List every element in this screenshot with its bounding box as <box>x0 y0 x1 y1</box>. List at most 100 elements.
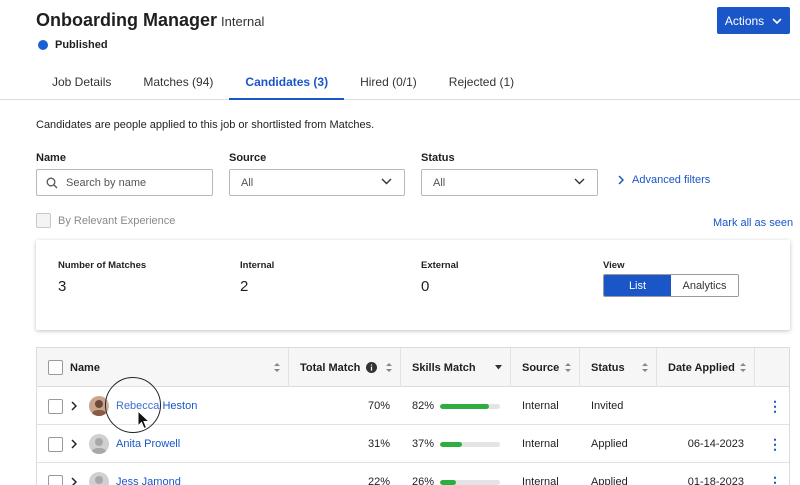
col-skills-match[interactable]: Skills Match <box>401 348 511 387</box>
status-value: Applied <box>591 438 628 450</box>
info-icon[interactable] <box>366 362 378 373</box>
page-title: Onboarding Manager Internal <box>36 10 264 31</box>
avatar <box>89 434 109 454</box>
chevron-down-icon <box>574 178 585 185</box>
tab-hired[interactable]: Hired (0/1) <box>344 64 433 100</box>
mark-all-seen-link[interactable]: Mark all as seen <box>713 217 793 229</box>
select-all-checkbox[interactable] <box>48 360 63 375</box>
skills-match-value: 82% <box>412 400 435 412</box>
source-select[interactable]: All <box>229 169 405 196</box>
expand-chevron-icon[interactable] <box>71 387 77 425</box>
col-date-applied-label: Date Applied <box>668 361 735 374</box>
col-date-applied[interactable]: Date Applied <box>657 348 755 387</box>
view-list-button[interactable]: List <box>604 275 671 296</box>
actions-label: Actions <box>724 13 765 28</box>
tab-candidates[interactable]: Candidates (3) <box>229 64 344 100</box>
candidates-description: Candidates are people applied to this jo… <box>36 119 375 131</box>
skills-match-bar-fill <box>440 403 490 409</box>
expand-chevron-icon[interactable] <box>71 463 77 485</box>
skills-match-bar <box>440 403 501 409</box>
skills-match-bar <box>440 479 501 485</box>
tab-bar: Job Details Matches (94) Candidates (3) … <box>36 64 530 100</box>
sort-icon <box>565 363 571 372</box>
date-applied-value: 06-14-2023 <box>687 438 744 450</box>
click-highlight-ring <box>105 377 161 433</box>
sort-icon <box>740 363 746 372</box>
search-input[interactable]: Search by name <box>36 169 213 196</box>
skills-match-cell: 26% <box>412 463 501 485</box>
skills-match-value: 37% <box>412 438 435 450</box>
skills-match-value: 26% <box>412 476 435 485</box>
col-skills-match-label: Skills Match <box>412 361 476 374</box>
col-source[interactable]: Source <box>511 348 580 387</box>
view-analytics-button[interactable]: Analytics <box>671 275 738 296</box>
row-checkbox-wrap <box>48 463 63 485</box>
status-value: All <box>433 176 446 189</box>
total-match-value: 22% <box>367 476 390 485</box>
row-checkbox[interactable] <box>48 474 63 485</box>
external-label: External <box>421 260 459 271</box>
relevant-experience-label: By Relevant Experience <box>58 214 176 227</box>
actions-button[interactable]: Actions <box>717 7 790 34</box>
source-value: Internal <box>522 476 559 485</box>
avatar <box>89 472 109 485</box>
col-total-match-label: Total Match <box>300 361 361 374</box>
stats-panel: Number of Matches 3 Internal 2 External … <box>36 240 790 330</box>
col-name[interactable]: Name <box>37 348 289 387</box>
status-text: Published <box>55 39 108 51</box>
internal-value: 2 <box>240 278 249 295</box>
tab-job-details[interactable]: Job Details <box>36 64 127 100</box>
search-placeholder: Search by name <box>66 176 147 189</box>
name-filter-label: Name <box>36 152 66 164</box>
col-name-label: Name <box>70 361 100 374</box>
skills-match-bar-fill <box>440 441 463 447</box>
more-options-icon[interactable]: ⋮ <box>768 463 782 485</box>
row-checkbox[interactable] <box>48 436 63 452</box>
matches-value: 3 <box>58 278 67 295</box>
status-dot-icon <box>38 40 48 50</box>
col-total-match[interactable]: Total Match <box>289 348 401 387</box>
source-value: Internal <box>522 438 559 450</box>
view-label: View <box>603 260 625 271</box>
col-source-label: Source <box>522 361 560 374</box>
date-applied-value: 01-18-2023 <box>687 476 744 485</box>
internal-label: Internal <box>240 260 275 271</box>
job-type: Internal <box>221 14 265 29</box>
job-title: Onboarding Manager <box>36 10 218 30</box>
total-match-value: 31% <box>367 438 390 450</box>
chevron-right-icon <box>618 175 624 185</box>
more-options-icon[interactable]: ⋮ <box>768 425 782 463</box>
matches-label: Number of Matches <box>58 260 147 271</box>
skills-match-cell: 37% <box>412 425 501 463</box>
avatar-wrap <box>89 463 109 485</box>
tab-rejected[interactable]: Rejected (1) <box>433 64 530 100</box>
total-match-value: 70% <box>367 400 390 412</box>
table-row[interactable]: Jess Jamond 22% 26% Internal Applied 01-… <box>37 463 789 485</box>
chevron-down-icon <box>772 17 782 24</box>
row-checkbox-wrap <box>48 387 63 425</box>
col-status[interactable]: Status <box>580 348 657 387</box>
status-filter-label: Status <box>421 152 455 164</box>
more-options-icon[interactable]: ⋮ <box>768 387 782 425</box>
source-filter-label: Source <box>229 152 267 164</box>
row-checkbox-wrap <box>48 425 63 463</box>
view-toggle: List Analytics <box>603 274 739 297</box>
sort-icon <box>386 363 392 372</box>
expand-chevron-icon[interactable] <box>71 425 77 463</box>
tab-matches[interactable]: Matches (94) <box>127 64 229 100</box>
relevant-experience-checkbox[interactable] <box>36 213 51 228</box>
status-value: Applied <box>591 476 628 485</box>
status-select[interactable]: All <box>421 169 598 196</box>
sort-desc-icon <box>495 365 502 370</box>
candidate-name-link[interactable]: Jess Jamond <box>116 463 181 485</box>
col-status-label: Status <box>591 361 625 374</box>
search-icon <box>46 177 58 188</box>
advanced-filters-link[interactable]: Advanced filters <box>618 174 710 186</box>
table-header: Name Total Match Skills Match Source Sta… <box>37 348 789 387</box>
skills-match-bar <box>440 441 501 447</box>
status-value: Invited <box>591 400 624 412</box>
table-row[interactable]: Anita Prowell 31% 37% Internal Applied 0… <box>37 425 789 463</box>
sort-icon <box>274 363 280 372</box>
sort-icon <box>642 363 648 372</box>
row-checkbox[interactable] <box>48 398 63 414</box>
